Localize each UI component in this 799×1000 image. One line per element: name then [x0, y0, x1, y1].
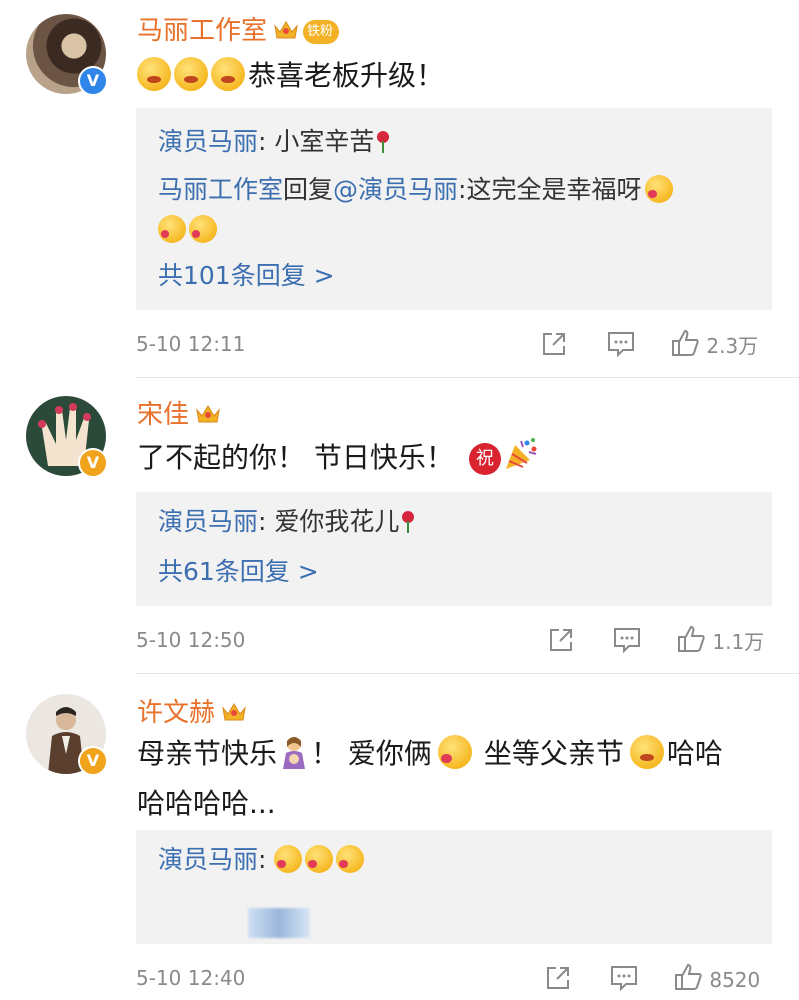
timestamp: 5-10 12:11 — [136, 332, 246, 356]
comment-text: 了不起的你！ 节日快乐！ 祝 — [137, 436, 539, 484]
comment-item: V 马丽工作室 铁粉 恭喜老板升级！ 演员马丽: 小室辛苦 马丽工作室回复@演员… — [0, 0, 799, 380]
avatar[interactable]: V — [26, 396, 108, 478]
comment-item: V 宋佳 了不起的你！ 节日快乐！ 祝 演员马丽: 爱你我花儿 共61条回复 >… — [0, 378, 799, 674]
like-count: 1.1万 — [712, 630, 765, 654]
rose-icon — [376, 131, 390, 153]
reply-line: 马丽工作室回复@演员马丽:这完全是幸福呀 — [158, 172, 676, 208]
timestamp: 5-10 12:50 — [136, 628, 246, 652]
verified-badge-icon: V — [78, 746, 108, 776]
reply-line: 演员马丽: 爱你我花儿 — [158, 504, 415, 540]
share-icon[interactable] — [544, 964, 572, 992]
kiss-emoji-icon — [645, 175, 674, 203]
more-replies-link[interactable]: 共101条回复 > — [158, 258, 335, 294]
like-count: 8520 — [709, 968, 761, 992]
rose-icon — [401, 511, 415, 533]
redacted-area — [248, 908, 310, 938]
comment-icon[interactable] — [606, 330, 636, 358]
kiss-emoji-icon — [305, 845, 334, 873]
commenter-name[interactable]: 马丽工作室 — [137, 16, 267, 46]
surprised-emoji-icon — [137, 57, 171, 91]
zhu-badge-icon: 祝 — [468, 443, 501, 475]
mother-baby-emoji-icon — [279, 735, 309, 782]
share-icon[interactable] — [547, 626, 575, 654]
comment-item: V 许文赫 母亲节快乐！ 爱你俩 坐等父亲节 哈哈 哈哈哈哈... 演员马丽: 5-… — [0, 674, 799, 1000]
comment-text: 恭喜老板升级！ — [137, 54, 444, 98]
reply-box[interactable]: 演员马丽: 小室辛苦 马丽工作室回复@演员马丽:这完全是幸福呀 共101条回复 … — [136, 108, 772, 310]
like-button[interactable]: 2.3万 — [670, 328, 758, 360]
kiss-emoji-icon — [274, 845, 303, 873]
kiss-emoji-icon — [189, 215, 217, 243]
like-button[interactable]: 8520 — [673, 962, 760, 994]
comment-text: 母亲节快乐！ 爱你俩 坐等父亲节 哈哈 哈哈哈哈... — [137, 735, 723, 820]
reply-author[interactable]: 马丽工作室 — [158, 175, 283, 204]
reply-author[interactable]: 演员马丽 — [158, 845, 258, 874]
reply-author[interactable]: 演员马丽 — [158, 127, 258, 156]
commenter-name[interactable]: 许文赫 — [137, 698, 215, 728]
crown-icon — [273, 15, 299, 49]
commenter-name[interactable]: 宋佳 — [137, 400, 189, 430]
mention-link[interactable]: @演员马丽 — [333, 175, 458, 204]
surprised-emoji-icon — [211, 57, 245, 91]
comment-icon[interactable] — [612, 626, 642, 654]
comment-icon[interactable] — [609, 964, 639, 992]
reply-author[interactable]: 演员马丽 — [158, 507, 258, 536]
timestamp: 5-10 12:40 — [136, 966, 246, 990]
avatar[interactable]: V — [26, 694, 108, 776]
fan-badge: 铁粉 — [303, 19, 340, 44]
like-count: 2.3万 — [706, 334, 759, 358]
smirk-emoji-icon — [629, 735, 664, 769]
crown-icon — [195, 399, 221, 433]
verified-badge-icon: V — [78, 448, 108, 478]
thumbs-up-icon — [673, 962, 703, 992]
party-popper-icon — [503, 437, 539, 484]
surprised-emoji-icon — [174, 57, 208, 91]
like-button[interactable]: 1.1万 — [676, 624, 764, 656]
reply-box[interactable]: 演员马丽: — [136, 830, 772, 944]
avatar[interactable]: V — [26, 14, 108, 96]
reply-line: 演员马丽: 小室辛苦 — [158, 124, 390, 160]
crown-icon — [221, 697, 247, 731]
thumbs-up-icon — [670, 328, 700, 358]
more-replies-link[interactable]: 共61条回复 > — [158, 554, 319, 590]
kiss-emoji-icon — [336, 845, 365, 873]
verified-badge-icon: V — [78, 66, 108, 96]
thumbs-up-icon — [676, 624, 706, 654]
reply-line: 演员马丽: — [158, 842, 367, 878]
reply-box[interactable]: 演员马丽: 爱你我花儿 共61条回复 > — [136, 492, 772, 606]
kiss-emoji-icon — [158, 215, 186, 243]
kiss-emoji-icon — [437, 735, 472, 769]
share-icon[interactable] — [540, 330, 568, 358]
